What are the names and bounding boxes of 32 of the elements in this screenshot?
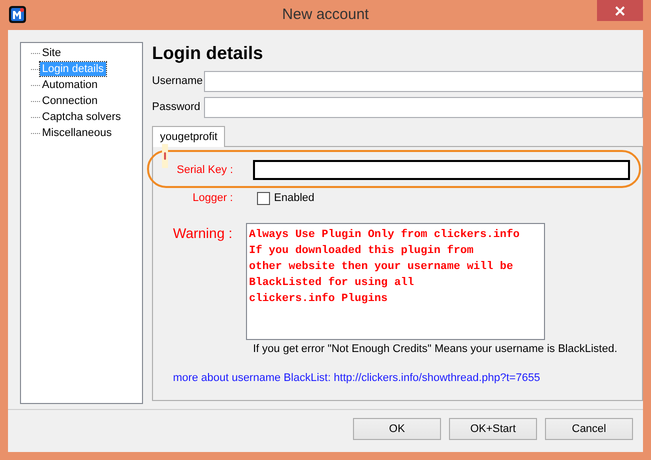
serial-key-label: Serial Key :: [176, 163, 233, 177]
logger-label: Logger :: [192, 191, 233, 206]
warning-label: Warning :: [173, 224, 234, 243]
blacklist-link[interactable]: more about username BlackList: http://clickers.info/showthread.php?t=7655: [173, 370, 540, 386]
blacklist-note: If you get error "Not Enough Credits" Means your username is BlackListed.: [253, 342, 618, 356]
tree-item[interactable]: Site: [40, 46, 63, 60]
tab[interactable]: yougetprofit: [152, 126, 226, 147]
field-label: Username: [152, 74, 204, 90]
close-button[interactable]: [597, 0, 643, 21]
app-logo-icon: [9, 6, 26, 23]
dialog-button[interactable]: Cancel: [545, 418, 633, 440]
tree-item[interactable]: Miscellaneous: [40, 126, 114, 140]
dialog-button[interactable]: OK+Start: [449, 418, 537, 440]
text-field[interactable]: [204, 71, 643, 92]
tree-item[interactable]: Connection: [40, 94, 100, 108]
warning-line: BlackListed for using all: [249, 276, 416, 290]
serial-key-field[interactable]: [253, 160, 630, 180]
field-label: Password: [152, 100, 202, 116]
section-heading: Login details: [152, 42, 264, 64]
text-field[interactable]: [204, 97, 643, 118]
tree-item[interactable]: Captcha solvers: [40, 110, 123, 124]
checkbox-label: Enabled: [274, 191, 314, 206]
close-icon: [615, 6, 625, 16]
dialog-button[interactable]: OK: [353, 418, 441, 440]
enabled-checkbox[interactable]: [257, 192, 270, 205]
warning-line: Always Use Plugin Only from clickers.info: [249, 228, 521, 242]
warning-line: If you downloaded this plugin from: [249, 244, 474, 258]
window-title: New account: [281, 5, 370, 25]
warning-line: clickers.info Plugins: [249, 292, 389, 306]
marker-stroke: [162, 144, 168, 168]
warning-line: other website then your username will be: [249, 260, 514, 274]
tree-item[interactable]: Automation: [40, 78, 100, 92]
